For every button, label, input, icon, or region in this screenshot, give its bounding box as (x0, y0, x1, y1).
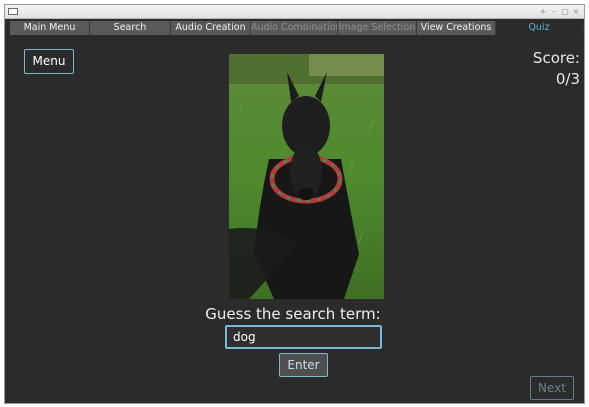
quiz-image (229, 54, 384, 299)
maximize-icon[interactable]: □ (561, 6, 569, 18)
score-value: 0/3 (555, 70, 580, 88)
next-button[interactable]: Next (530, 376, 574, 400)
tab-main-menu[interactable]: Main Menu (10, 21, 90, 35)
app-window: + – □ × Main Menu Search Audio Creation … (4, 4, 585, 404)
tab-bar: Main Menu Search Audio Creation Audio Co… (10, 21, 583, 35)
minimize-icon[interactable]: – (550, 6, 558, 18)
window-controls: + – □ × (539, 6, 580, 18)
score-display: Score: 0/3 (520, 48, 580, 90)
tab-quiz[interactable]: Quiz (496, 21, 583, 35)
tab-search[interactable]: Search (90, 21, 171, 35)
guess-prompt: Guess the search term: (205, 305, 381, 323)
window-icon (8, 8, 18, 15)
menu-button[interactable]: Menu (24, 49, 74, 74)
pin-icon[interactable]: + (539, 6, 547, 18)
tab-view-creations[interactable]: View Creations (417, 21, 496, 35)
title-bar: + – □ × (5, 5, 584, 19)
guess-input[interactable]: dog (225, 325, 382, 349)
tab-image-selection: Image Selection (338, 21, 417, 35)
score-label: Score: (532, 49, 580, 67)
tab-audio-creation[interactable]: Audio Creation (171, 21, 251, 35)
enter-button[interactable]: Enter (279, 353, 328, 377)
close-icon[interactable]: × (572, 6, 580, 18)
tab-audio-combination: Audio Combination (251, 21, 338, 35)
